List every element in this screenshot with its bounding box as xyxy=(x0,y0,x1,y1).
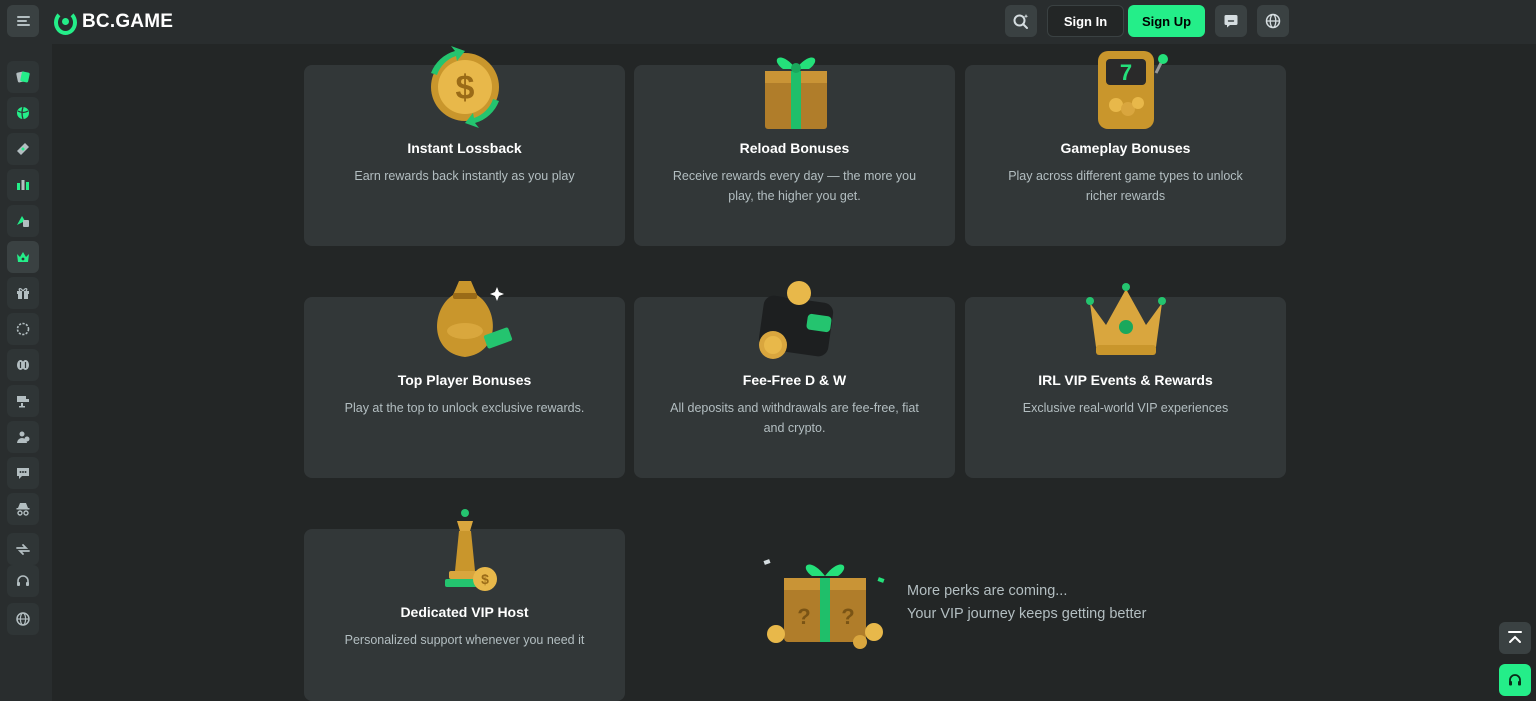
card-description: All deposits and withdrawals are fee-fre… xyxy=(670,401,919,435)
left-sidebar xyxy=(0,44,52,701)
sidebar-item-sports[interactable] xyxy=(7,97,39,129)
crown-icon xyxy=(1085,283,1166,355)
benefit-card-reload-bonuses: Reload Bonuses Receive rewards every day… xyxy=(634,57,955,246)
sidebar-item-swap[interactable] xyxy=(7,533,39,565)
sidebar-item-lottery[interactable] xyxy=(7,133,39,165)
menu-toggle-button[interactable] xyxy=(7,5,39,37)
sidebar-item-support[interactable] xyxy=(7,565,39,597)
card-description: Personalized support whenever you need i… xyxy=(344,633,585,647)
svg-text:?: ? xyxy=(841,604,854,629)
sign-up-button[interactable]: Sign Up xyxy=(1128,5,1205,37)
card-title: Top Player Bonuses xyxy=(397,372,532,388)
top-header: BC.GAME Sign In Sign Up xyxy=(0,0,1536,44)
card-description: Earn rewards back instantly as you play xyxy=(354,169,575,183)
svg-text:$: $ xyxy=(455,69,474,107)
chat-bubble-icon xyxy=(1224,15,1238,28)
mystery-box-icon: ? ? xyxy=(763,559,885,649)
globe-icon xyxy=(16,612,30,626)
affiliate-icon xyxy=(17,431,30,443)
ticket-icon xyxy=(17,143,29,155)
sidebar-item-lucky-spin[interactable] xyxy=(7,313,39,345)
support-headset-icon xyxy=(1509,674,1521,686)
spin-wheel-icon xyxy=(16,322,30,336)
search-icon xyxy=(1013,14,1029,29)
benefit-card-irl-vip-events: IRL VIP Events & Rewards Exclusive real-… xyxy=(965,283,1286,478)
globe-icon xyxy=(1265,13,1281,29)
live-support-button[interactable] xyxy=(1499,664,1531,696)
sidebar-item-promotions[interactable] xyxy=(7,277,39,309)
benefit-card-fee-free: Fee-Free D & W All deposits and withdraw… xyxy=(634,281,955,478)
card-description: Play at the top to unlock exclusive rewa… xyxy=(344,401,585,415)
logo[interactable]: BC.GAME xyxy=(54,8,173,36)
cards-icon xyxy=(16,71,30,83)
svg-text:$: $ xyxy=(481,571,489,587)
search-button[interactable] xyxy=(1005,5,1037,37)
benefit-card-instant-lossback: $ Instant Lossback Earn rewards back ins… xyxy=(304,46,625,246)
money-bag-icon xyxy=(436,281,512,357)
more-perks-text: More perks are coming... Your VIP journe… xyxy=(907,580,1146,626)
card-title: Fee-Free D & W xyxy=(742,372,847,388)
slot-machine-icon: 7 xyxy=(1097,51,1168,129)
hamburger-icon xyxy=(16,16,30,26)
benefit-card-gameplay-bonuses: 7 Gameplay Bonuses Play across different… xyxy=(965,51,1286,246)
card-description: Exclusive real-world VIP experiences xyxy=(1022,401,1229,415)
card-title: Dedicated VIP Host xyxy=(400,604,529,620)
lottery-icon xyxy=(17,216,29,227)
gold-coin-refresh-icon: $ xyxy=(430,46,499,128)
card-description: Receive rewards every day — the more you… xyxy=(672,169,917,203)
perks-line-2: Your VIP journey keeps getting better xyxy=(907,606,1147,622)
sidebar-item-forum[interactable] xyxy=(7,457,39,489)
sidebar-item-language[interactable] xyxy=(7,603,39,635)
gift-box-icon xyxy=(764,57,827,129)
benefit-card-dedicated-vip-host: $ Dedicated VIP Host Personalized suppor… xyxy=(304,509,625,701)
wallet-coins-icon xyxy=(758,281,833,359)
chips-icon xyxy=(17,360,29,370)
trading-chart-icon xyxy=(17,180,29,190)
leaderboard-icon xyxy=(17,396,29,408)
chat-button[interactable] xyxy=(1215,5,1247,37)
exchange-icon xyxy=(16,544,30,555)
support-headset-icon xyxy=(17,575,29,586)
card-title: Reload Bonuses xyxy=(739,140,850,156)
card-description: Play across different game types to unlo… xyxy=(1008,169,1243,203)
sports-ball-icon xyxy=(17,106,29,120)
card-title: Gameplay Bonuses xyxy=(1060,140,1191,156)
more-perks-banner: ? ? More perks are coming... Your VIP jo… xyxy=(762,548,1182,658)
sidebar-item-vip[interactable] xyxy=(7,241,39,273)
logo-text: BC.GAME xyxy=(82,11,174,32)
sidebar-item-casino[interactable] xyxy=(7,61,39,93)
sidebar-item-trading[interactable] xyxy=(7,169,39,201)
sidebar-item-bingo[interactable] xyxy=(7,205,39,237)
sign-in-button[interactable]: Sign In xyxy=(1047,5,1124,37)
scroll-top-icon xyxy=(1508,631,1522,643)
vip-crown-icon xyxy=(17,252,29,262)
sidebar-item-rewards[interactable] xyxy=(7,349,39,381)
card-title: Instant Lossback xyxy=(407,140,522,156)
perks-line-1: More perks are coming... xyxy=(907,583,1068,599)
logo-mark-icon xyxy=(54,9,77,35)
language-button[interactable] xyxy=(1257,5,1289,37)
benefit-card-top-player-bonuses: Top Player Bonuses Play at the top to un… xyxy=(304,281,625,478)
svg-text:7: 7 xyxy=(1119,60,1131,85)
sidebar-item-affiliate[interactable] xyxy=(7,421,39,453)
svg-text:?: ? xyxy=(797,604,810,629)
sidebar-item-responsible[interactable] xyxy=(7,493,39,525)
spy-icon xyxy=(16,503,30,516)
sidebar-item-leaderboard[interactable] xyxy=(7,385,39,417)
chess-king-icon: $ xyxy=(444,509,497,591)
gift-icon xyxy=(17,288,29,299)
chat-icon xyxy=(17,468,29,479)
card-title: IRL VIP Events & Rewards xyxy=(1038,372,1213,388)
scroll-to-top-button[interactable] xyxy=(1499,622,1531,654)
